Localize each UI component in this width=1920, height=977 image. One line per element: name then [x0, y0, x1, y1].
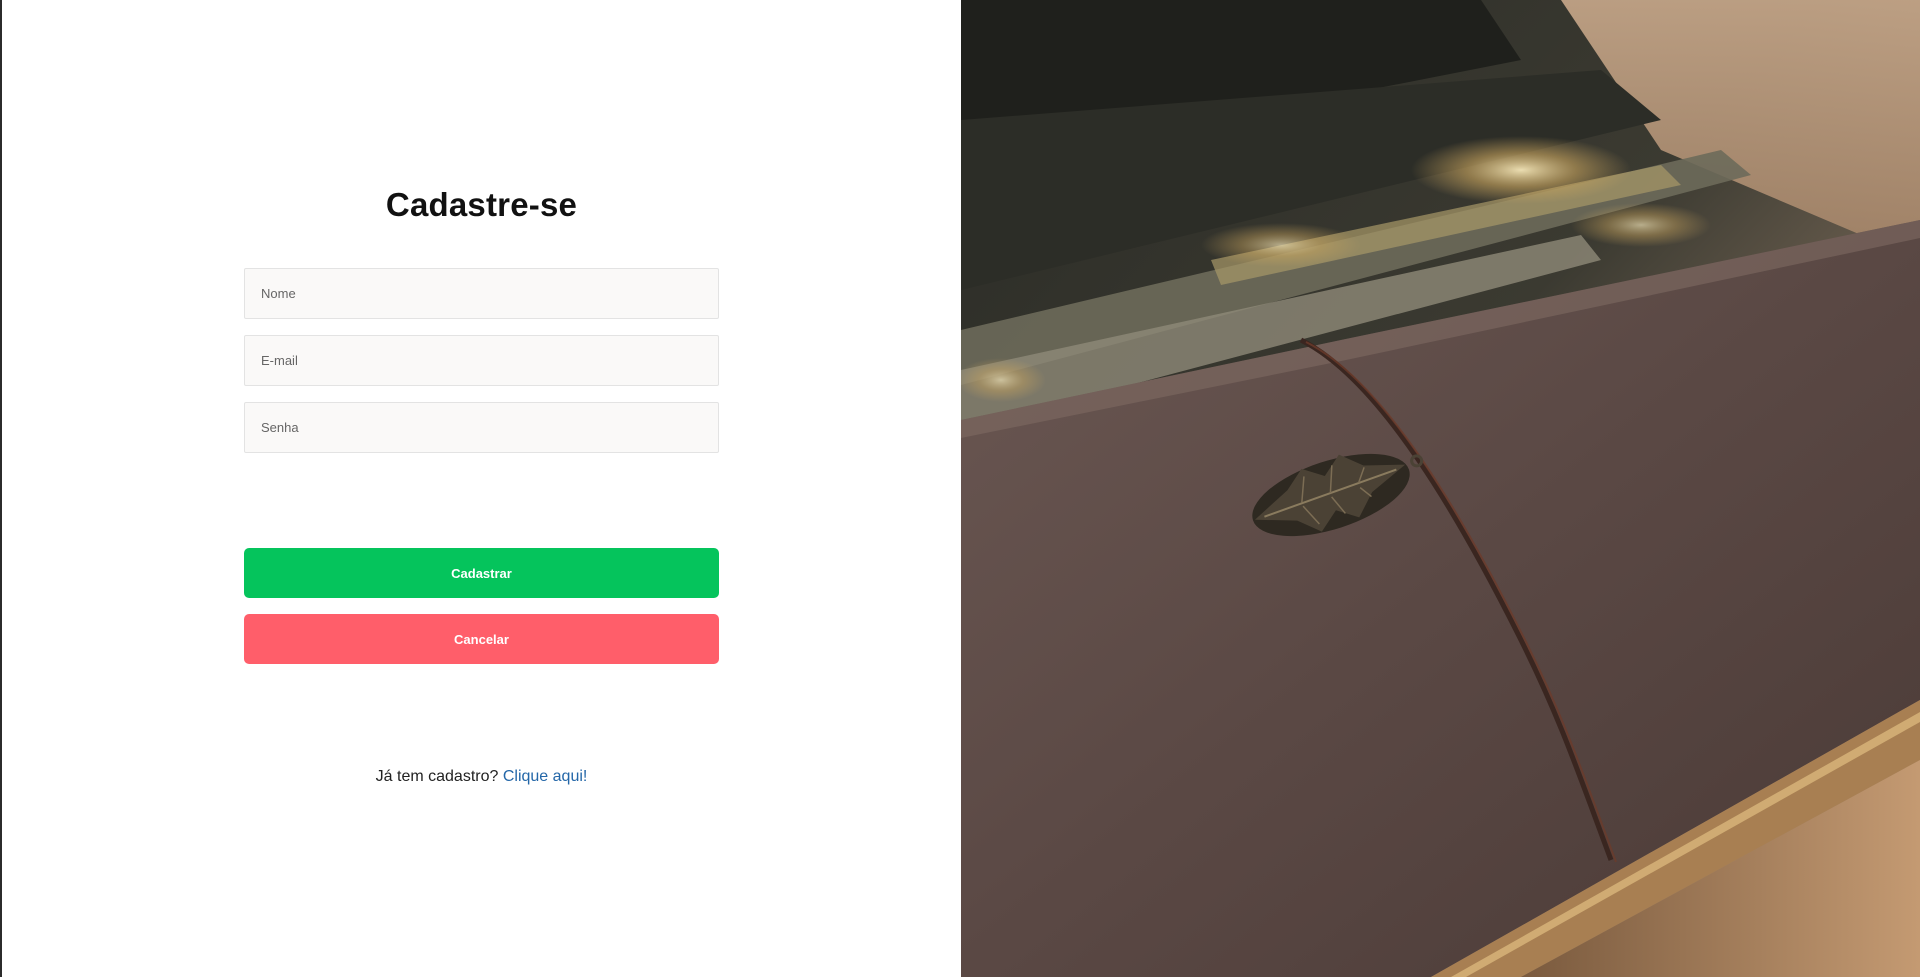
page-title: Cadastre-se	[385, 186, 578, 223]
email-input[interactable]	[244, 335, 719, 386]
password-input[interactable]	[244, 402, 719, 453]
cancel-button[interactable]: Cancelar	[244, 614, 719, 664]
login-prompt: Já tem cadastro? Clique aqui!	[2, 768, 961, 786]
decorative-photo	[961, 0, 1920, 977]
signup-button[interactable]: Cadastrar	[244, 548, 719, 598]
signup-form-panel: Cadastre-se Cadastrar Cancelar Já tem ca…	[2, 0, 961, 977]
login-prompt-text: Já tem cadastro?	[375, 768, 499, 785]
login-link[interactable]: Clique aqui!	[503, 768, 588, 785]
notebook-photo-image	[961, 0, 1920, 977]
name-input[interactable]	[244, 268, 719, 319]
